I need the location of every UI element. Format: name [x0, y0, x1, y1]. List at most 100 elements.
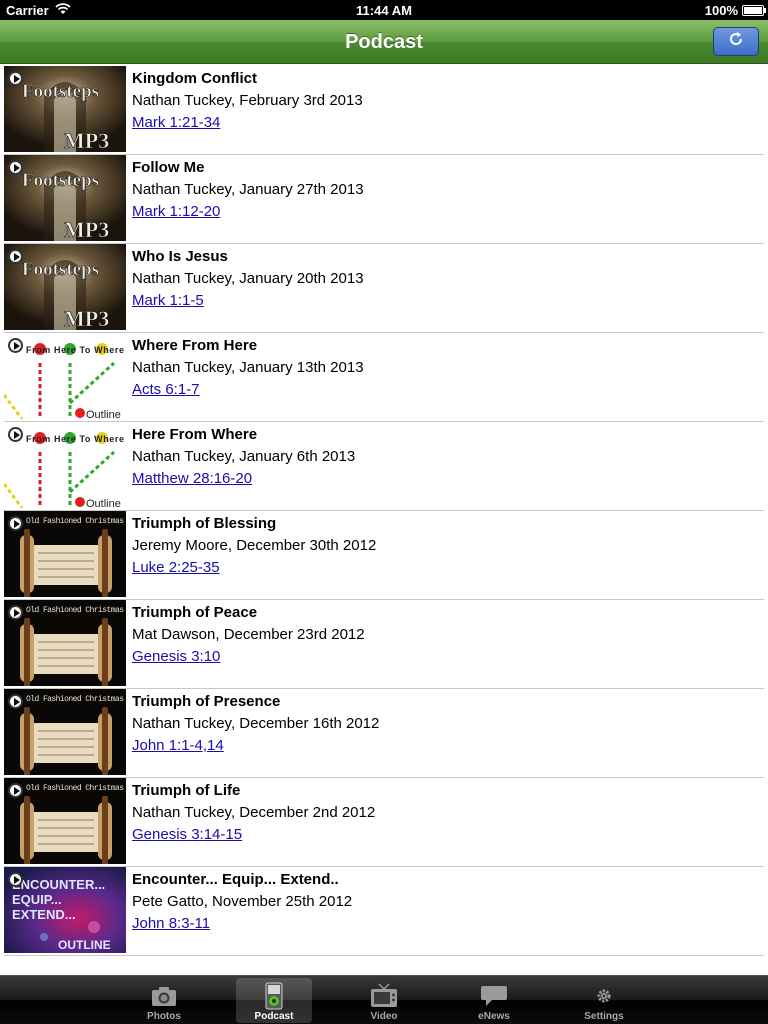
scripture-reference-link[interactable]: Mark 1:1-5: [132, 290, 364, 312]
play-icon[interactable]: [8, 694, 23, 709]
thumb-text: ENCOUNTER...: [12, 877, 105, 892]
tab-label: Settings: [584, 1011, 624, 1022]
thumb-text: MP3: [64, 217, 109, 241]
podcast-thumbnail[interactable]: Old Fashioned Christmas: [4, 600, 126, 686]
podcast-title: Triumph of Life: [132, 782, 241, 799]
podcast-thumbnail[interactable]: ENCOUNTER... EQUIP... EXTEND... OUTLINE: [4, 867, 126, 953]
podcast-thumbnail[interactable]: From Here To Where Outline: [4, 422, 126, 508]
scripture-reference-link[interactable]: Acts 6:1-7: [132, 379, 364, 401]
clock: 11:44 AM: [356, 3, 412, 18]
thumb-text: Outline: [86, 498, 121, 508]
podcast-speaker-date: Nathan Tuckey, January 13th 2013: [132, 359, 364, 376]
scripture-reference-link[interactable]: John 1:1-4,14: [132, 735, 379, 757]
play-icon[interactable]: [8, 783, 23, 798]
thumb-text: Old Fashioned Christmas: [26, 695, 124, 704]
tab-bar: Photos Podcast Video eNews Settings: [0, 975, 768, 1024]
list-item[interactable]: ENCOUNTER... EQUIP... EXTEND... OUTLINE …: [4, 867, 764, 956]
podcast-thumbnail[interactable]: Footsteps MP3: [4, 155, 126, 241]
tab-settings[interactable]: Settings: [566, 978, 642, 1023]
play-icon[interactable]: [8, 427, 23, 442]
list-item[interactable]: From Here To Where Outline Here From Whe…: [4, 422, 764, 511]
podcast-thumbnail[interactable]: Old Fashioned Christmas: [4, 778, 126, 864]
list-item[interactable]: Footsteps MP3 Who Is Jesus Nathan Tuckey…: [4, 244, 764, 333]
refresh-button[interactable]: [713, 27, 759, 56]
camera-icon: [126, 982, 202, 1010]
play-icon[interactable]: [8, 516, 23, 531]
list-item[interactable]: From Here To Where Outline Where From He…: [4, 333, 764, 422]
tab-video[interactable]: Video: [346, 978, 422, 1023]
battery-percent: 100%: [704, 3, 738, 18]
thumb-text: MP3: [64, 128, 109, 152]
play-icon[interactable]: [8, 338, 23, 353]
battery-icon: [742, 5, 766, 16]
podcast-title: Encounter... Equip... Extend..: [132, 871, 339, 888]
podcast-title: Follow Me: [132, 159, 205, 176]
play-icon[interactable]: [8, 71, 23, 86]
thumb-text: EQUIP...: [12, 892, 62, 907]
refresh-icon: [728, 31, 744, 52]
podcast-title: Triumph of Presence: [132, 693, 281, 710]
list-item[interactable]: Old Fashioned Christmas Triumph of Life …: [4, 778, 764, 867]
scripture-reference-link[interactable]: Genesis 3:10: [132, 646, 365, 668]
podcast-speaker-date: Nathan Tuckey, December 16th 2012: [132, 715, 380, 732]
thumb-text: Footsteps: [22, 259, 99, 280]
tab-label: Photos: [147, 1011, 181, 1022]
podcast-speaker-date: Pete Gatto, November 25th 2012: [132, 893, 353, 910]
scripture-reference-link[interactable]: Mark 1:21-34: [132, 112, 363, 134]
podcast-thumbnail[interactable]: Old Fashioned Christmas: [4, 689, 126, 775]
ipod-icon: [236, 982, 312, 1010]
podcast-thumbnail[interactable]: From Here To Where Outline: [4, 333, 126, 419]
tab-podcast[interactable]: Podcast: [236, 978, 312, 1023]
list-item[interactable]: Old Fashioned Christmas Triumph of Prese…: [4, 689, 764, 778]
podcast-speaker-date: Jeremy Moore, December 30th 2012: [132, 537, 377, 554]
podcast-speaker-date: Nathan Tuckey, December 2nd 2012: [132, 804, 376, 821]
thumb-text: From Here To Where: [26, 345, 124, 355]
thumb-text: Footsteps: [22, 81, 99, 102]
scripture-reference-link[interactable]: Matthew 28:16-20: [132, 468, 355, 490]
play-icon[interactable]: [8, 872, 23, 887]
scripture-reference-link[interactable]: Mark 1:12-20: [132, 201, 364, 223]
tab-enews[interactable]: eNews: [456, 978, 532, 1023]
thumb-text: Old Fashioned Christmas: [26, 784, 124, 793]
podcast-speaker-date: Nathan Tuckey, January 20th 2013: [132, 270, 364, 287]
scripture-reference-link[interactable]: Genesis 3:14-15: [132, 824, 375, 846]
tab-photos[interactable]: Photos: [126, 978, 202, 1023]
list-item[interactable]: Footsteps MP3 Follow Me Nathan Tuckey, J…: [4, 155, 764, 244]
thumb-text: OUTLINE: [58, 938, 111, 952]
podcast-speaker-date: Nathan Tuckey, January 6th 2013: [132, 448, 356, 465]
podcast-speaker-date: Nathan Tuckey, January 27th 2013: [132, 181, 364, 198]
podcast-thumbnail[interactable]: Footsteps MP3: [4, 66, 126, 152]
podcast-list: Footsteps MP3 Kingdom Conflict Nathan Tu…: [4, 66, 764, 956]
thumb-text: Footsteps: [22, 170, 99, 191]
podcast-thumbnail[interactable]: Footsteps MP3: [4, 244, 126, 330]
play-icon[interactable]: [8, 605, 23, 620]
list-item[interactable]: Old Fashioned Christmas Triumph of Peace…: [4, 600, 764, 689]
gear-icon: [566, 982, 642, 1010]
tab-label: Video: [370, 1011, 398, 1022]
list-item[interactable]: Old Fashioned Christmas Triumph of Bless…: [4, 511, 764, 600]
podcast-title: Here From Where: [132, 426, 258, 443]
list-item[interactable]: Footsteps MP3 Kingdom Conflict Nathan Tu…: [4, 66, 764, 155]
podcast-title: Triumph of Blessing: [132, 515, 277, 532]
page-title: Podcast: [345, 31, 423, 53]
podcast-title: Kingdom Conflict: [132, 70, 257, 87]
speech-bubble-icon: [456, 982, 532, 1010]
thumb-text: EXTEND...: [12, 907, 76, 922]
scripture-reference-link[interactable]: John 8:3-11: [132, 913, 352, 935]
navigation-bar: Podcast: [0, 20, 768, 64]
podcast-title: Who Is Jesus: [132, 248, 228, 265]
tab-label: Podcast: [254, 1011, 294, 1022]
thumb-text: Old Fashioned Christmas: [26, 606, 124, 615]
podcast-title: Triumph of Peace: [132, 604, 258, 621]
podcast-thumbnail[interactable]: Old Fashioned Christmas: [4, 511, 126, 597]
play-icon[interactable]: [8, 249, 23, 264]
thumb-text: MP3: [64, 306, 109, 330]
tab-label: eNews: [478, 1011, 510, 1022]
play-icon[interactable]: [8, 160, 23, 175]
podcast-speaker-date: Mat Dawson, December 23rd 2012: [132, 626, 365, 643]
podcast-title: Where From Here: [132, 337, 258, 354]
scripture-reference-link[interactable]: Luke 2:25-35: [132, 557, 376, 579]
thumb-text: Old Fashioned Christmas: [26, 517, 124, 526]
thumb-text: Outline: [86, 409, 121, 419]
thumb-text: From Here To Where: [26, 434, 124, 444]
